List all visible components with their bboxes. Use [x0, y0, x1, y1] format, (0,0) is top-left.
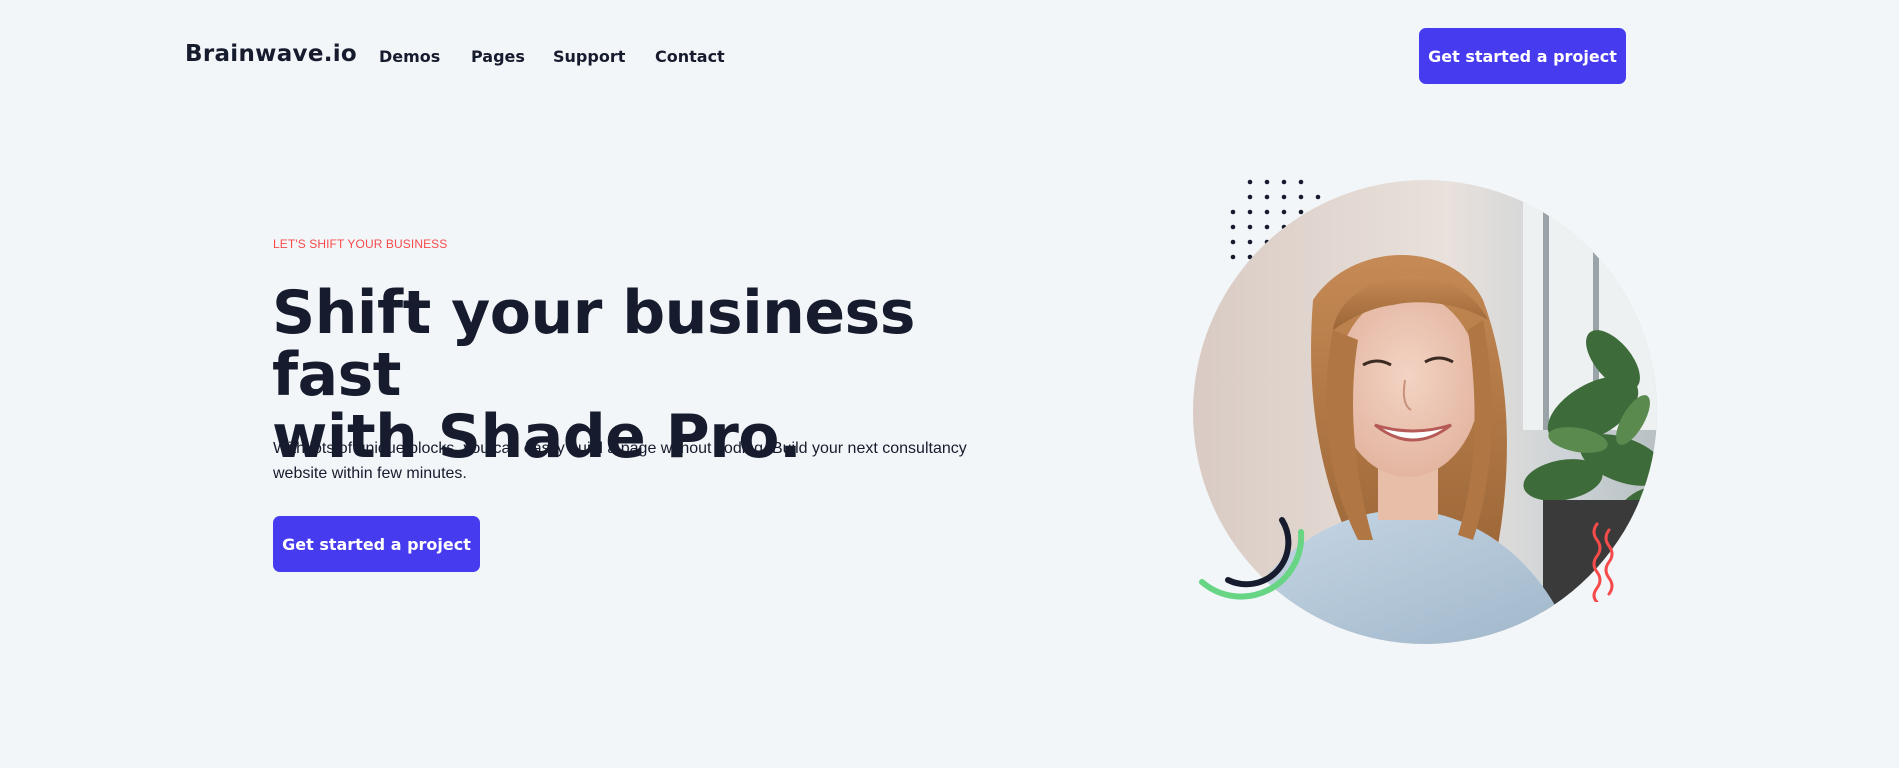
site-header: Brainwave.io Demos Pages Support Contact…: [0, 0, 1899, 112]
hero-cta-button[interactable]: Get started a project: [273, 516, 480, 572]
nav-support[interactable]: Support: [553, 46, 655, 68]
nav-pages[interactable]: Pages: [471, 46, 553, 68]
nav-demos[interactable]: Demos: [379, 46, 471, 68]
hero-description: With lots of unique blocks, you can easi…: [273, 440, 967, 482]
header-cta-button[interactable]: Get started a project: [1419, 28, 1626, 84]
wavy-lines-decoration-icon: [1592, 522, 1614, 602]
brand-logo[interactable]: Brainwave.io: [185, 41, 357, 67]
hero-visual: [1180, 160, 1680, 660]
concentric-arcs-decoration-icon: [1199, 517, 1305, 600]
nav-contact[interactable]: Contact: [655, 46, 725, 68]
hero-headline-line1: Shift your business fast: [272, 278, 915, 410]
main-nav: Demos Pages Support Contact: [379, 46, 725, 68]
hero-eyebrow: LET'S SHIFT YOUR BUSINESS: [273, 237, 448, 251]
